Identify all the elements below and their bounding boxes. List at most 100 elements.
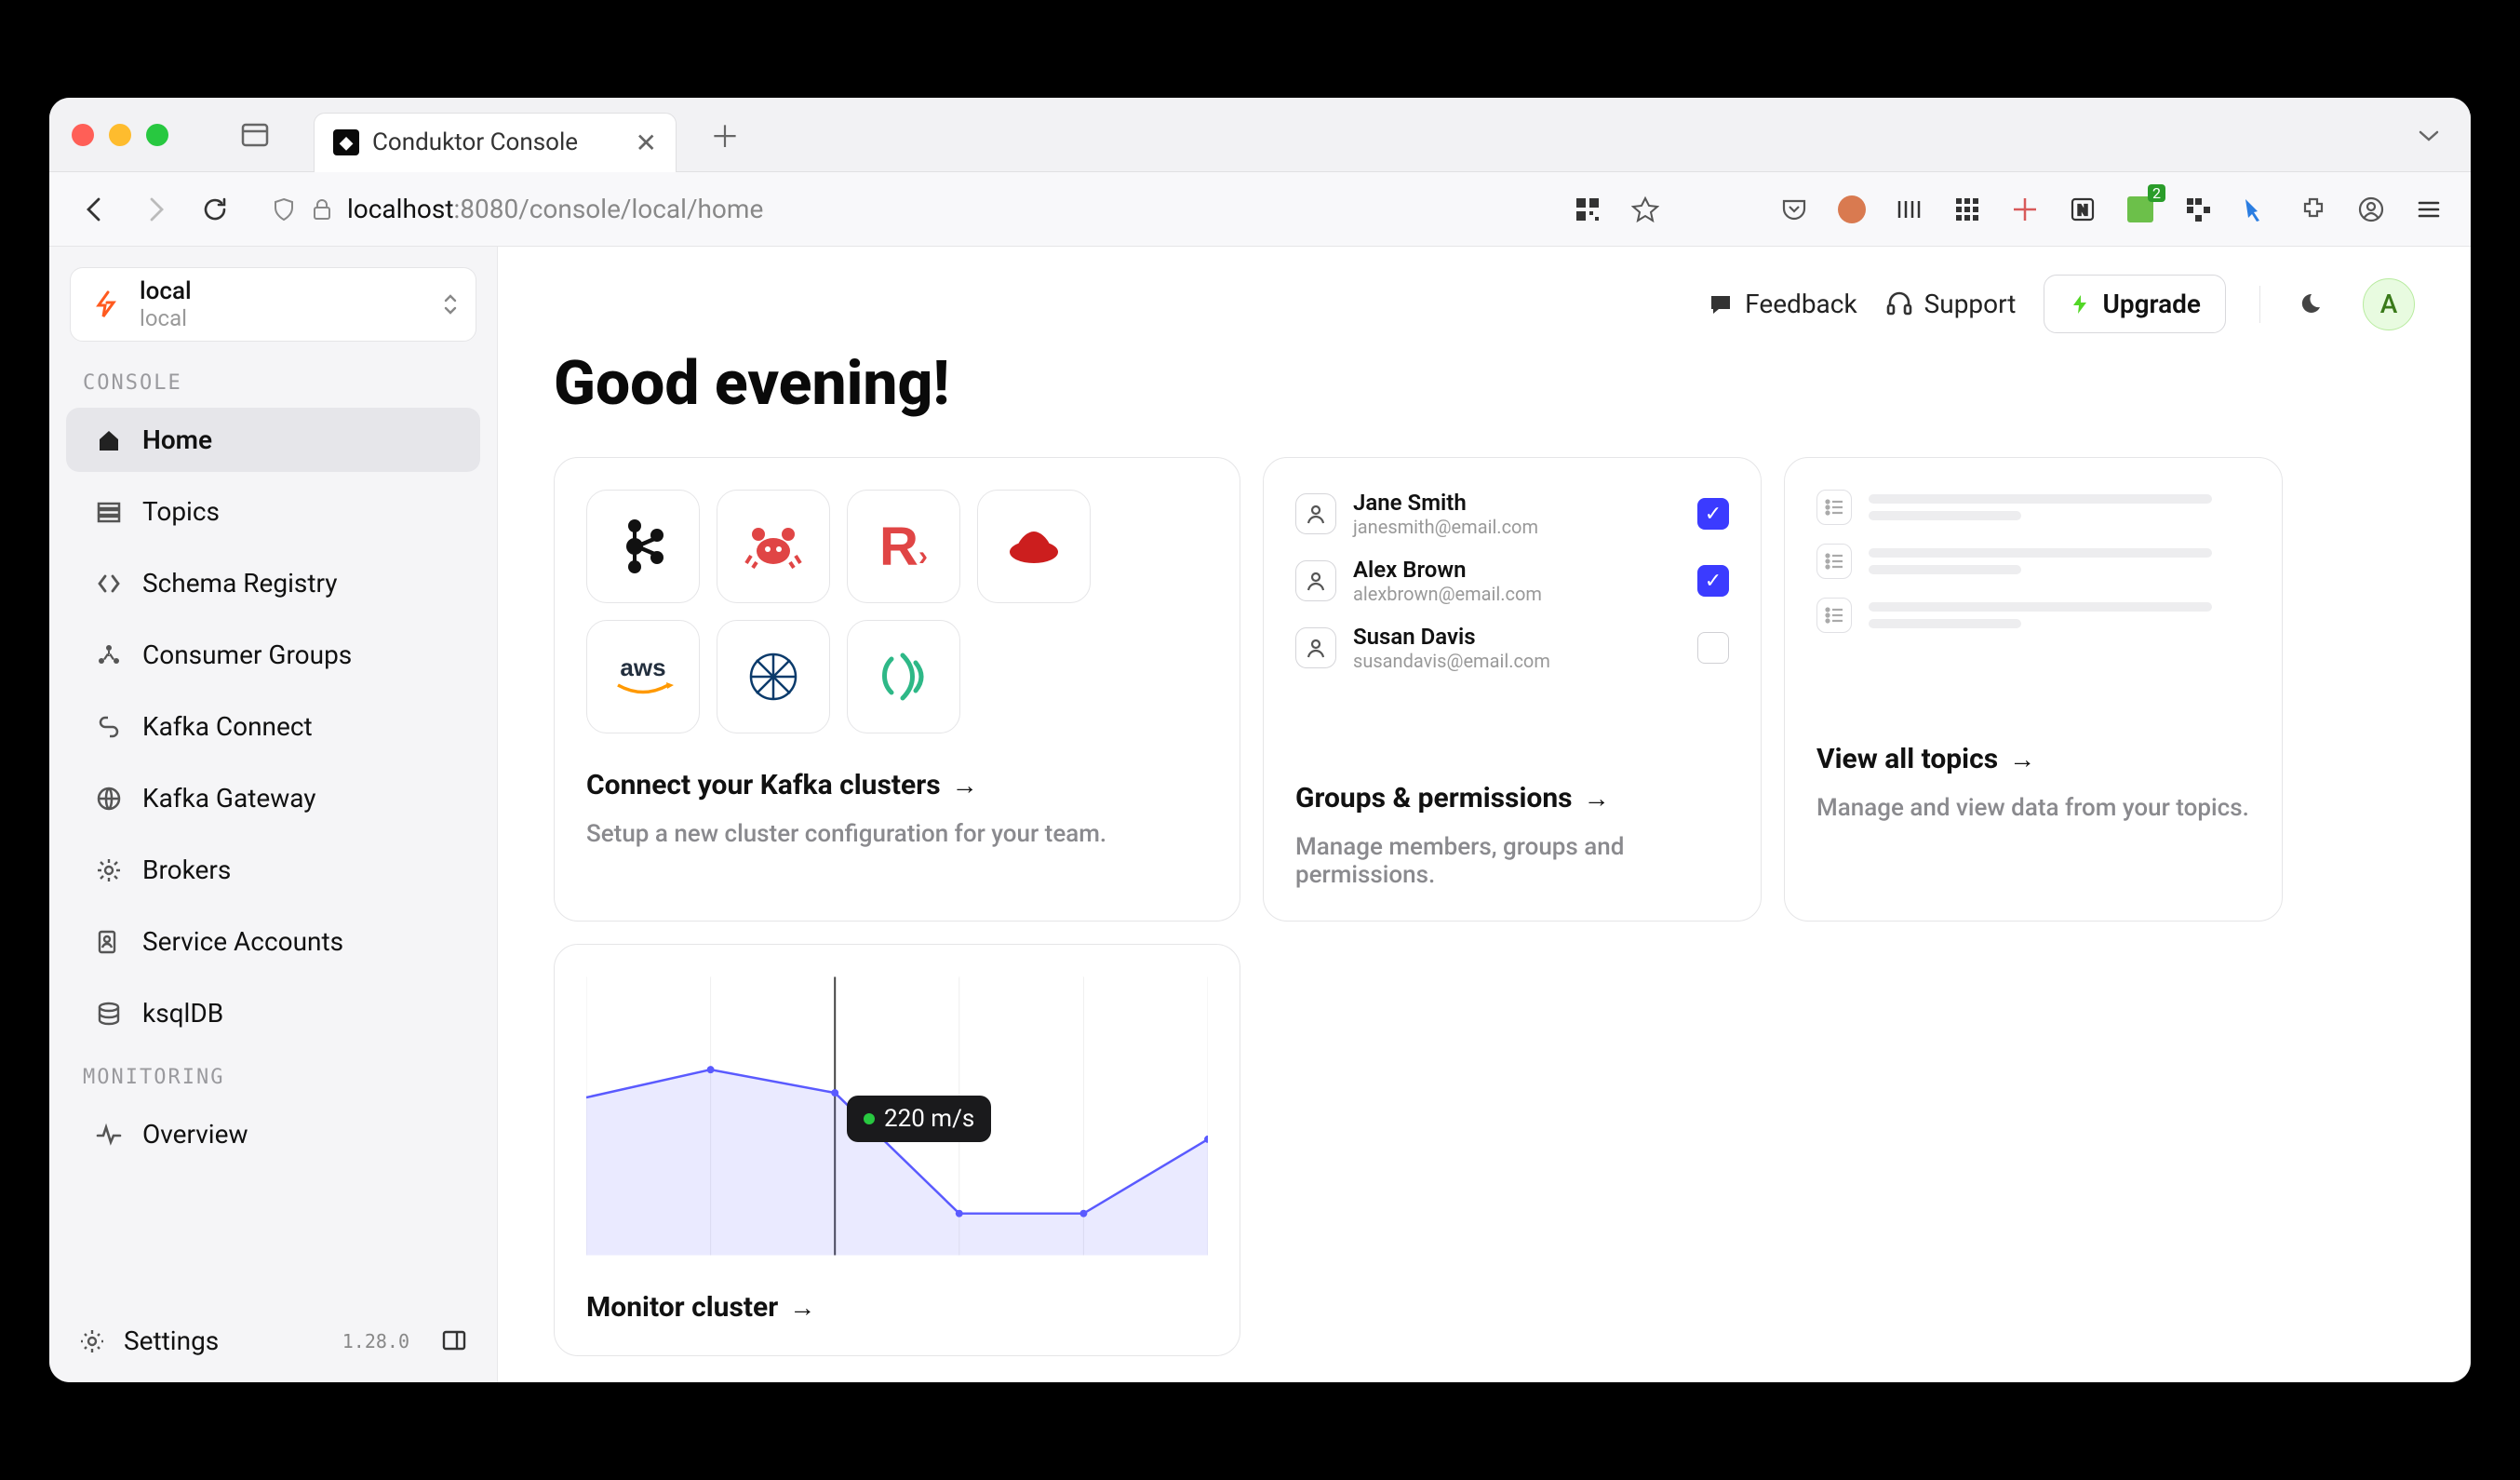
sidebar-item-overview[interactable]: Overview xyxy=(66,1102,480,1166)
card-monitor-cluster[interactable]: 220 m/s Monitor cluster → xyxy=(554,944,1240,1356)
extension-icon-4[interactable]: 2 xyxy=(2125,194,2156,225)
arrow-right-icon: → xyxy=(789,1292,815,1323)
sidebar-item-service-accounts[interactable]: Service Accounts xyxy=(66,909,480,974)
tab-favicon-icon: ◆ xyxy=(333,129,359,155)
overview-icon xyxy=(94,1120,124,1150)
tab-overview-icon[interactable] xyxy=(239,119,271,151)
extension-icon-3[interactable]: N xyxy=(2067,194,2098,225)
addressbar-actions: N 2 xyxy=(1572,194,2445,225)
user-checkbox[interactable] xyxy=(1697,632,1729,664)
extensions-button[interactable] xyxy=(2298,194,2329,225)
reload-button[interactable] xyxy=(194,189,235,230)
moon-icon xyxy=(2301,291,2327,317)
sidebar-item-consumer-groups[interactable]: Consumer Groups xyxy=(66,623,480,687)
feedback-link[interactable]: Feedback xyxy=(1708,289,1856,319)
extension-icon-6[interactable] xyxy=(2240,194,2272,225)
sidebar-section-monitoring: MONITORING xyxy=(49,1049,497,1098)
cluster-picker[interactable]: local local xyxy=(70,267,476,342)
divider xyxy=(2259,286,2260,323)
sidebar-item-brokers[interactable]: Brokers xyxy=(66,838,480,902)
user-email: janesmith@email.com xyxy=(1353,516,1681,538)
gear-icon xyxy=(77,1326,107,1356)
extension-icon-2[interactable] xyxy=(2009,194,2041,225)
sidebar-item-label: Overview xyxy=(142,1119,248,1150)
bookmark-star-icon[interactable] xyxy=(1629,194,1661,225)
pocket-icon[interactable] xyxy=(1778,194,1810,225)
window-close-button[interactable] xyxy=(72,124,94,146)
sidebar-item-label: Service Accounts xyxy=(142,926,343,957)
cluster-sub: local xyxy=(140,305,427,331)
sidebar-item-kafka-gateway[interactable]: Kafka Gateway xyxy=(66,766,480,830)
brokers-icon xyxy=(94,855,124,885)
user-checkbox[interactable]: ✓ xyxy=(1697,565,1729,597)
connector-redpanda-icon: R› xyxy=(847,490,960,603)
connector-kafka-icon xyxy=(586,490,700,603)
sidebar-item-topics[interactable]: Topics xyxy=(66,479,480,544)
browser-tab[interactable]: ◆ Conduktor Console ✕ xyxy=(314,113,677,172)
user-name: Susan Davis xyxy=(1353,624,1681,650)
card-title: Connect your Kafka clusters → xyxy=(586,769,1208,801)
cluster-icon xyxy=(87,286,125,323)
tab-title: Conduktor Console xyxy=(372,128,623,156)
sidebar-item-kafka-connect[interactable]: Kafka Connect xyxy=(66,694,480,759)
topic-placeholder-row xyxy=(1816,544,2250,579)
card-title: View all topics → xyxy=(1816,743,2250,775)
user-name: Alex Brown xyxy=(1353,557,1681,583)
back-button[interactable] xyxy=(75,189,116,230)
url-text: localhost:8080/console/local/home xyxy=(347,194,763,224)
arrow-right-icon: → xyxy=(2009,744,2035,774)
header-actions: Feedback Support Upgrade A xyxy=(498,247,2471,333)
card-title: Monitor cluster → xyxy=(586,1291,1208,1324)
support-icon xyxy=(1885,290,1913,318)
window-maximize-button[interactable] xyxy=(146,124,168,146)
hamburger-menu-button[interactable] xyxy=(2413,194,2445,225)
sidebar-item-label: Kafka Gateway xyxy=(142,783,316,814)
card-view-topics[interactable]: View all topics → Manage and view data f… xyxy=(1784,457,2283,922)
svg-text:aws: aws xyxy=(620,653,665,681)
card-groups-permissions[interactable]: Jane Smith janesmith@email.com ✓ Alex Br… xyxy=(1263,457,1762,922)
upgrade-button[interactable]: Upgrade xyxy=(2044,275,2226,333)
tabs-dropdown-button[interactable] xyxy=(2409,116,2448,154)
sidebar-collapse-button[interactable] xyxy=(441,1327,469,1355)
url-bar[interactable]: localhost:8080/console/local/home xyxy=(254,194,1553,224)
user-icon xyxy=(1295,627,1336,668)
sidebar-item-label: Consumer Groups xyxy=(142,639,352,670)
tab-close-button[interactable]: ✕ xyxy=(636,128,657,158)
lock-icon xyxy=(310,197,334,222)
topic-placeholder-row xyxy=(1816,490,2250,525)
forward-button[interactable] xyxy=(135,189,176,230)
sidebar-item-settings[interactable]: Settings xyxy=(77,1325,326,1356)
svg-text:N: N xyxy=(2077,201,2087,219)
feedback-icon xyxy=(1708,291,1734,317)
browser-addressbar: localhost:8080/console/local/home N 2 xyxy=(49,172,2471,247)
sidebar-item-schema-registry[interactable]: Schema Registry xyxy=(66,551,480,615)
card-subtitle: Manage and view data from your topics. xyxy=(1816,794,2250,822)
extension-icon-5[interactable] xyxy=(2182,194,2214,225)
extension-icon-1[interactable] xyxy=(1894,194,1925,225)
connector-grid: R› aws xyxy=(586,490,1208,733)
new-tab-button[interactable]: ＋ xyxy=(710,114,740,156)
window-minimize-button[interactable] xyxy=(109,124,131,146)
card-title: Groups & permissions → xyxy=(1295,782,1729,814)
chart-tooltip: 220 m/s xyxy=(847,1096,991,1142)
user-row: Alex Brown alexbrown@email.com ✓ xyxy=(1295,557,1729,605)
support-link[interactable]: Support xyxy=(1885,289,2017,319)
avatar[interactable]: A xyxy=(2363,278,2415,330)
chevron-updown-icon xyxy=(442,291,459,317)
apps-grid-icon[interactable] xyxy=(1951,194,1983,225)
sidebar-item-ksqldb[interactable]: ksqlDB xyxy=(66,981,480,1045)
qr-icon[interactable] xyxy=(1572,194,1603,225)
user-checkbox[interactable]: ✓ xyxy=(1697,498,1729,530)
card-connect-clusters[interactable]: R› aws Connect your Kafka clusters → Set… xyxy=(554,457,1240,922)
traffic-lights xyxy=(72,124,168,146)
profile-avatar-icon[interactable] xyxy=(1836,194,1868,225)
theme-toggle-button[interactable] xyxy=(2294,284,2335,325)
sidebar-item-label: ksqlDB xyxy=(142,998,223,1029)
card-subtitle: Manage members, groups and permissions. xyxy=(1295,833,1729,889)
sidebar-item-home[interactable]: Home xyxy=(66,408,480,472)
account-icon[interactable] xyxy=(2355,194,2387,225)
connector-upstash-icon xyxy=(847,620,960,733)
sidebar-item-label: Schema Registry xyxy=(142,568,338,599)
connector-redhat-icon xyxy=(977,490,1091,603)
sidebar-item-label: Topics xyxy=(142,496,220,527)
